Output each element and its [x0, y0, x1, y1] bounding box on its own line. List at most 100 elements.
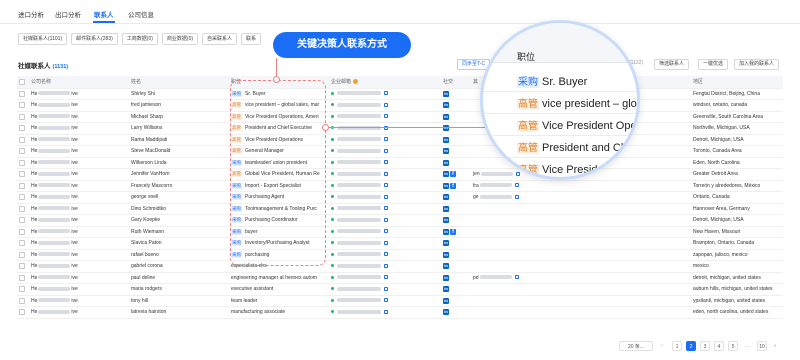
linkedin-icon[interactable]: in: [443, 136, 449, 143]
company-cell[interactable]: He ive: [29, 168, 129, 181]
filter-contacts-button[interactable]: 筛选联系人: [654, 59, 690, 70]
tab-contacts[interactable]: 联系人: [94, 9, 114, 19]
row-checkbox[interactable]: [19, 205, 25, 212]
name-cell[interactable]: Wilkerson Linda: [129, 157, 229, 169]
row-checkbox[interactable]: [19, 309, 25, 316]
name-cell[interactable]: gabriel corona: [129, 260, 229, 273]
page-2-button[interactable]: 2: [686, 341, 696, 351]
row-checkbox[interactable]: [19, 125, 25, 132]
row-checkbox[interactable]: [19, 136, 25, 143]
row-checkbox[interactable]: [19, 286, 25, 293]
copy-icon[interactable]: [384, 217, 388, 222]
table-row[interactable]: He ive Wilkerson Linda 采购 teamleader/ union …: [17, 157, 783, 169]
copy-icon[interactable]: [384, 206, 388, 211]
linkedin-icon[interactable]: in: [443, 194, 449, 201]
company-cell[interactable]: He ive: [29, 260, 129, 273]
row-checkbox[interactable]: [19, 217, 25, 224]
copy-icon[interactable]: [384, 275, 388, 280]
company-cell[interactable]: He ive: [29, 295, 129, 307]
table-row[interactable]: He ive rafael bueno 采购 purchasing in zapopan, …: [17, 249, 783, 261]
linkedin-icon[interactable]: in: [443, 159, 449, 166]
company-cell[interactable]: He ive: [29, 122, 129, 135]
company-cell[interactable]: He ive: [29, 145, 129, 158]
company-cell[interactable]: He ive: [29, 214, 129, 227]
company-cell[interactable]: He ive: [29, 88, 129, 100]
row-checkbox[interactable]: [19, 297, 25, 304]
name-cell[interactable]: Francely Mascorro: [129, 180, 229, 192]
copy-icon[interactable]: [384, 148, 388, 153]
facebook-icon[interactable]: f: [450, 171, 456, 178]
filter-commercial-data[interactable]: 商业数据(0): [161, 33, 199, 45]
table-row[interactable]: He ive fred jamieson 高管 vice president – glo…: [17, 99, 783, 112]
linkedin-icon[interactable]: in: [443, 309, 449, 316]
row-checkbox[interactable]: [19, 148, 25, 155]
next-page-button[interactable]: ›: [771, 341, 779, 351]
copy-icon[interactable]: [384, 286, 388, 291]
company-cell[interactable]: He ive: [29, 306, 129, 319]
name-cell[interactable]: tony hill: [129, 295, 229, 307]
row-checkbox[interactable]: [19, 240, 25, 247]
page-5-button[interactable]: 5: [728, 341, 738, 351]
info-icon[interactable]: [353, 79, 359, 85]
company-cell[interactable]: He ive: [29, 272, 129, 284]
table-row[interactable]: He ive Jennifer VanHorn 高管 Global Vice Presi…: [17, 168, 783, 181]
name-cell[interactable]: Rama Maddipati: [129, 134, 229, 146]
tab-export-analysis[interactable]: 出口分析: [55, 9, 81, 19]
table-row[interactable]: He ive Steve MacDonald 高管 General Manager in T…: [17, 145, 783, 158]
page-4-button[interactable]: 4: [714, 341, 724, 351]
linkedin-icon[interactable]: in: [443, 217, 449, 224]
copy-icon[interactable]: [384, 137, 388, 142]
name-cell[interactable]: Larry Williams: [129, 122, 229, 135]
company-cell[interactable]: He ive: [29, 203, 129, 215]
linkedin-icon[interactable]: in: [443, 263, 449, 270]
filter-self-collected[interactable]: 自采联系人: [202, 33, 238, 45]
table-row[interactable]: He ive Francely Mascorro 采购 Import - Export …: [17, 180, 783, 192]
tab-import-analysis[interactable]: 进口分析: [18, 9, 44, 19]
prev-page-button[interactable]: ‹: [658, 341, 666, 351]
row-checkbox[interactable]: [19, 90, 25, 97]
name-cell[interactable]: Slavica Paton: [129, 237, 229, 250]
name-cell[interactable]: george snell: [129, 191, 229, 204]
name-cell[interactable]: Dino Schmidtko: [129, 203, 229, 215]
linkedin-icon[interactable]: in: [443, 148, 449, 155]
company-cell[interactable]: He ive: [29, 180, 129, 192]
linkedin-icon[interactable]: in: [443, 286, 449, 293]
company-cell[interactable]: He ive: [29, 191, 129, 204]
filter-email-contacts[interactable]: 邮件联系人(283): [71, 33, 118, 45]
name-cell[interactable]: Shirley Shi: [129, 88, 229, 100]
row-checkbox[interactable]: [19, 194, 25, 201]
name-cell[interactable]: Jennifer VanHorn: [129, 168, 229, 181]
copy-icon[interactable]: [384, 240, 388, 245]
company-cell[interactable]: He ive: [29, 283, 129, 296]
linkedin-icon[interactable]: in: [443, 90, 449, 97]
table-row[interactable]: He ive maria rodgers executive assistant in a…: [17, 283, 783, 296]
name-cell[interactable]: latrevia hairston: [129, 306, 229, 319]
linkedin-icon[interactable]: in: [443, 182, 449, 189]
company-cell[interactable]: He ive: [29, 249, 129, 261]
table-row[interactable]: He ive gabriel corona especialista ehs in mex…: [17, 260, 783, 273]
linkedin-icon[interactable]: in: [443, 228, 449, 235]
table-row[interactable]: He ive Dino Schmidtko 采购 Toolmanagement & To…: [17, 203, 783, 215]
name-cell[interactable]: paul deline: [129, 272, 229, 284]
table-row[interactable]: He ive Shirley Shi 采购 Sr. Buyer in Fengtai Dis…: [17, 88, 783, 100]
copy-icon[interactable]: [384, 160, 388, 165]
company-cell[interactable]: He ive: [29, 99, 129, 112]
name-cell[interactable]: Michael Sharp: [129, 111, 229, 123]
table-row[interactable]: He ive Ruth Wiemann 采购 buyer in f New Haven, Mi…: [17, 226, 783, 238]
copy-icon[interactable]: [384, 171, 388, 176]
row-checkbox[interactable]: [19, 228, 25, 235]
filter-business-registry[interactable]: 工商数据(0): [121, 33, 158, 45]
name-cell[interactable]: maria rodgers: [129, 283, 229, 296]
facebook-icon[interactable]: f: [450, 182, 456, 189]
linkedin-icon[interactable]: in: [443, 113, 449, 120]
copy-icon[interactable]: [384, 91, 388, 96]
row-checkbox[interactable]: [19, 274, 25, 281]
filter-contact-more[interactable]: 联系: [241, 33, 262, 45]
linkedin-icon[interactable]: in: [443, 274, 449, 281]
copy-icon[interactable]: [514, 194, 519, 199]
name-cell[interactable]: fred jamieson: [129, 99, 229, 112]
company-cell[interactable]: He ive: [29, 134, 129, 146]
copy-icon[interactable]: [384, 102, 388, 107]
company-cell[interactable]: He ive: [29, 157, 129, 169]
table-row[interactable]: He ive Larry Williams 高管 President and Chief…: [17, 122, 783, 135]
